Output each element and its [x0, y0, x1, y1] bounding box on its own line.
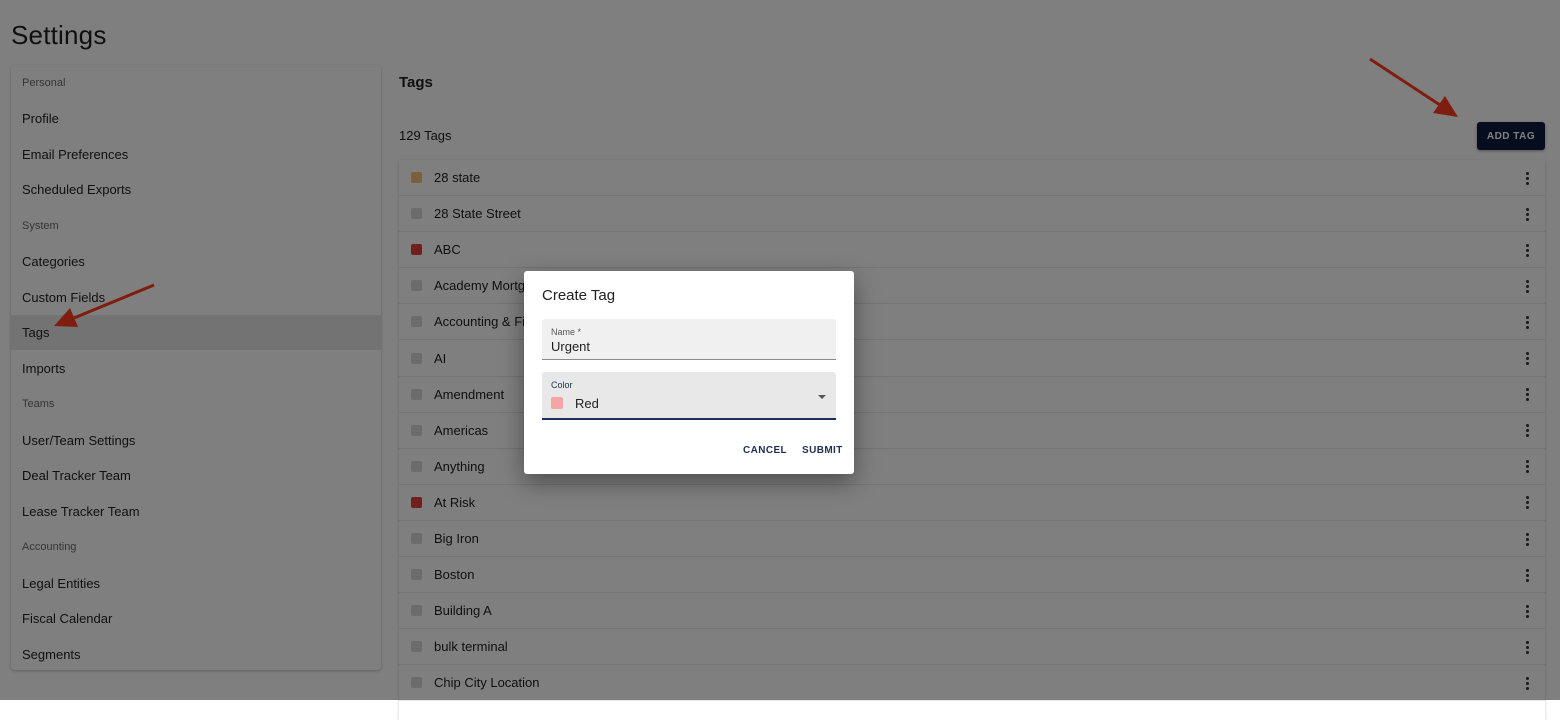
cancel-button[interactable]: CANCEL — [743, 445, 787, 456]
color-field-label: Color — [551, 380, 573, 390]
color-select[interactable]: Color Red — [542, 372, 836, 420]
dialog-title: Create Tag — [542, 287, 616, 304]
name-field[interactable]: Name * — [542, 319, 836, 360]
submit-button[interactable]: SUBMIT — [802, 445, 843, 456]
chevron-down-icon[interactable] — [818, 395, 826, 399]
name-field-label: Name * — [551, 327, 582, 337]
name-input[interactable] — [551, 339, 821, 354]
color-swatch — [551, 397, 563, 409]
create-tag-dialog: Create Tag Name * Color Red CANCEL SUBMI… — [524, 271, 854, 474]
color-value: Red — [575, 396, 599, 411]
